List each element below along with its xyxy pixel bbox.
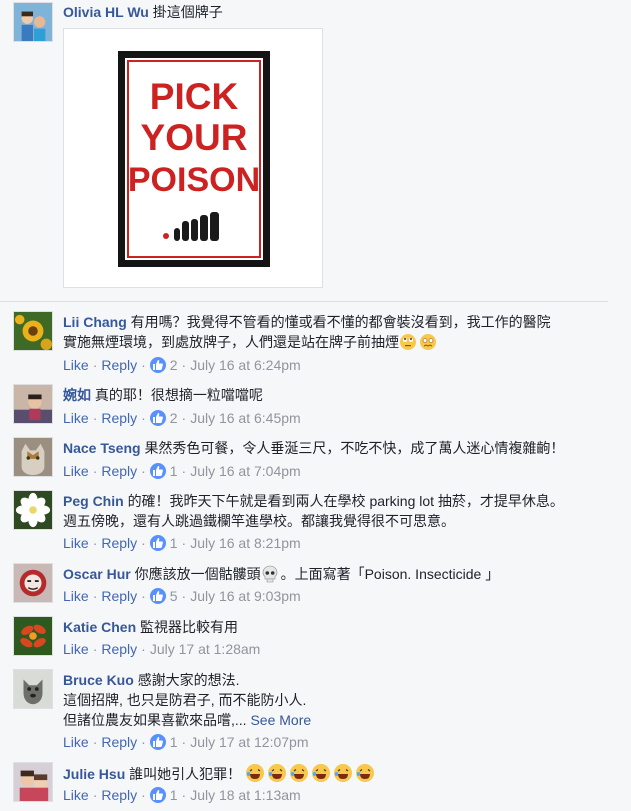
comment-text: 的確！我昨天下午就是看到兩人在學校 parking lot 抽菸，才提早休息。	[127, 493, 564, 509]
comment-author[interactable]: Bruce Kuo	[63, 672, 134, 688]
thumbs-up-icon[interactable]	[149, 410, 166, 426]
comment-text: 有用嗎？我覺得不管看的懂或看不懂的都會裝沒看到，我工作的醫院	[130, 314, 551, 330]
comment-author[interactable]: 婉如	[63, 387, 91, 403]
like-count[interactable]: 1	[170, 535, 178, 551]
thumbs-up-icon[interactable]	[149, 787, 166, 803]
avatar[interactable]	[13, 490, 53, 530]
attached-image[interactable]: PICK YOUR POISON	[63, 28, 323, 288]
like-count[interactable]: 2	[170, 410, 178, 426]
comment-text: 掛這個牌子	[152, 4, 223, 20]
timestamp[interactable]: July 16 at 8:21pm	[190, 535, 301, 551]
comment-text: 誰叫她引人犯罪！	[129, 766, 242, 782]
see-more-link[interactable]: See More	[250, 712, 311, 728]
like-link[interactable]: Like	[63, 588, 89, 604]
avatar[interactable]	[13, 669, 53, 709]
timestamp[interactable]: July 17 at 12:07pm	[190, 734, 308, 750]
reply-link[interactable]: Reply	[101, 357, 137, 373]
reply-link[interactable]: Reply	[101, 787, 137, 803]
nervous-emoji-icon	[419, 333, 437, 356]
avatar[interactable]	[13, 563, 53, 603]
comment-text: 你應該放一個骷髏頭	[134, 566, 261, 582]
reply-link[interactable]: Reply	[101, 588, 137, 604]
reply-link[interactable]: Reply	[101, 410, 137, 426]
comment-author[interactable]: Peg Chin	[63, 493, 124, 509]
like-link[interactable]: Like	[63, 535, 89, 551]
comment-text: 真的耶！很想摘一粒噹噹呢	[94, 387, 263, 403]
like-link[interactable]: Like	[63, 787, 89, 803]
comment-text: 果然秀色可餐，令人垂涎三尺，不吃不快，成了萬人迷心情複雜齣！	[144, 440, 565, 456]
timestamp[interactable]: July 16 at 7:04pm	[190, 463, 301, 479]
pick-your-poison-sign: PICK YOUR POISON	[118, 51, 270, 267]
reply-link[interactable]: Reply	[101, 535, 137, 551]
comment-text-line-2: 週五傍晚，還有人跳過鐵欄竿進學校。都讓我覺得很不可思意。	[63, 513, 455, 529]
comment-text-cont: 。上面寫著「Poison. Insecticide 」	[280, 566, 500, 582]
divider	[0, 301, 608, 302]
comment-text-line-2: 實施無煙環境，到處放牌子，人們還是站在牌子前抽煙	[63, 334, 399, 350]
thumbs-up-icon[interactable]	[149, 463, 166, 479]
avatar[interactable]	[13, 616, 53, 656]
like-link[interactable]: Like	[63, 357, 89, 373]
laughing-emoji-icon	[311, 763, 331, 788]
rolling-eyes-emoji-icon	[399, 333, 417, 356]
sign-line-2: YOUR	[141, 117, 248, 158]
avatar[interactable]	[13, 384, 53, 424]
comment-text: 感謝大家的想法.	[137, 672, 240, 688]
timestamp[interactable]: July 16 at 9:03pm	[190, 588, 301, 604]
comment-text-line-3: 但諸位農友如果喜歡來品嚐,...	[63, 712, 247, 728]
comment-author[interactable]: Nace Tseng	[63, 440, 141, 456]
skull-emoji-icon	[261, 565, 279, 588]
comment-author[interactable]: Katie Chen	[63, 619, 136, 635]
avatar[interactable]	[13, 437, 53, 477]
reply-link[interactable]: Reply	[101, 641, 137, 657]
comment-author[interactable]: Oscar Hur	[63, 566, 131, 582]
like-link[interactable]: Like	[63, 463, 89, 479]
laughing-emoji-row	[245, 764, 377, 782]
thumbs-up-icon[interactable]	[149, 535, 166, 551]
like-count[interactable]: 1	[170, 734, 178, 750]
comment-text: 監視器比較有用	[140, 619, 239, 635]
like-count[interactable]: 1	[170, 463, 178, 479]
thumbs-up-icon[interactable]	[149, 588, 166, 604]
timestamp[interactable]: July 16 at 6:45pm	[190, 410, 301, 426]
timestamp[interactable]: July 18 at 1:13am	[190, 787, 301, 803]
like-count[interactable]: 2	[170, 357, 178, 373]
comment-author[interactable]: Lii Chang	[63, 314, 127, 330]
like-count[interactable]: 5	[170, 588, 178, 604]
like-link[interactable]: Like	[63, 410, 89, 426]
avatar[interactable]	[13, 2, 53, 42]
thumbs-up-icon[interactable]	[149, 357, 166, 373]
reply-link[interactable]: Reply	[101, 734, 137, 750]
thumbs-up-icon[interactable]	[149, 734, 166, 750]
laughing-emoji-icon	[333, 763, 353, 788]
comment-text-line-2: 這個招牌, 也只是防君子, 而不能防小人.	[63, 692, 307, 708]
timestamp[interactable]: July 17 at 1:28am	[150, 641, 261, 657]
like-link[interactable]: Like	[63, 734, 89, 750]
reply-link[interactable]: Reply	[101, 463, 137, 479]
comment-author[interactable]: Olivia HL Wu	[63, 4, 149, 20]
avatar[interactable]	[13, 311, 53, 351]
like-link[interactable]: Like	[63, 641, 89, 657]
comment-author[interactable]: Julie Hsu	[63, 766, 125, 782]
sign-line-1: PICK	[150, 76, 239, 117]
avatar[interactable]	[13, 762, 53, 802]
laughing-emoji-icon	[355, 763, 375, 788]
like-count[interactable]: 1	[170, 787, 178, 803]
sign-line-3: POISON	[128, 161, 260, 199]
timestamp[interactable]: July 16 at 6:24pm	[190, 357, 301, 373]
